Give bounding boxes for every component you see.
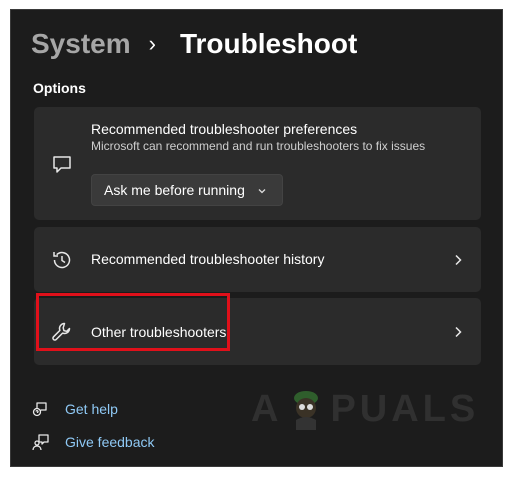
- breadcrumb-system[interactable]: System: [31, 28, 131, 60]
- card-troubleshooter-preferences: Recommended troubleshooter preferences M…: [34, 107, 481, 220]
- section-title-options: Options: [33, 80, 86, 96]
- card-title-other: Other troubleshooters: [91, 324, 227, 340]
- chevron-down-icon: [256, 184, 268, 196]
- page-title: Troubleshoot: [179, 28, 358, 59]
- card-other-troubleshooters[interactable]: Other troubleshooters: [34, 298, 481, 365]
- dropdown-selected-value: Ask me before running: [104, 182, 245, 198]
- mascot-icon: [286, 386, 326, 432]
- history-icon: [50, 248, 74, 272]
- watermark-letters-puals: PUALS: [330, 387, 480, 430]
- watermark-letter-a: A: [251, 387, 283, 430]
- card-title-preferences: Recommended troubleshooter preferences: [91, 121, 358, 137]
- get-help-label: Get help: [65, 401, 118, 417]
- chevron-right-icon: [451, 253, 465, 267]
- breadcrumb: System › Troubleshoot: [31, 26, 357, 62]
- breadcrumb-separator: ›: [148, 31, 156, 56]
- give-feedback-link[interactable]: Give feedback: [31, 432, 155, 452]
- get-help-link[interactable]: Get help: [31, 399, 118, 419]
- run-preference-dropdown[interactable]: Ask me before running: [91, 174, 283, 206]
- appuals-watermark: A PUALS: [251, 384, 479, 434]
- feedback-icon: [31, 432, 51, 452]
- give-feedback-label: Give feedback: [65, 434, 155, 450]
- chevron-right-icon: [451, 325, 465, 339]
- card-subtitle-preferences: Microsoft can recommend and run troubles…: [91, 139, 426, 153]
- wrench-icon: [50, 320, 74, 344]
- card-title-history: Recommended troubleshooter history: [91, 251, 325, 267]
- chat-bubble-icon: [50, 152, 74, 176]
- card-troubleshooter-history[interactable]: Recommended troubleshooter history: [34, 227, 481, 292]
- help-icon: [31, 399, 51, 419]
- settings-window: System › Troubleshoot Options Recommende…: [10, 9, 503, 467]
